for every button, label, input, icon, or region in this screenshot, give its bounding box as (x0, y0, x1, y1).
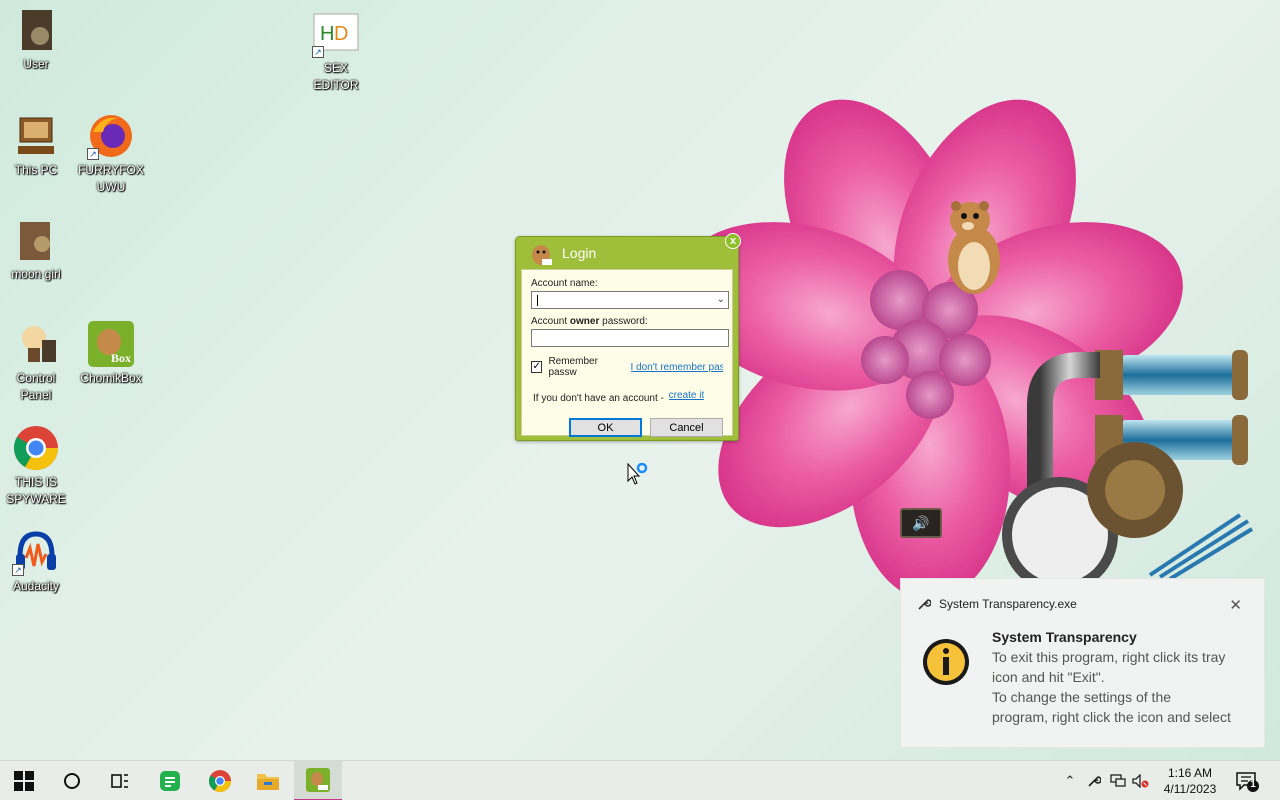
task-view-button[interactable] (96, 761, 144, 800)
toast-line: To change the settings of the (992, 689, 1172, 705)
chomikbox-icon: Box (87, 320, 135, 368)
ok-button[interactable]: OK (569, 418, 642, 437)
volume-muted-icon[interactable] (1132, 772, 1150, 790)
password-label: Account owner password: (531, 316, 648, 327)
chrome-icon (12, 424, 60, 472)
desktop-icon-chomikbox[interactable]: Box ChomikBox (75, 320, 147, 387)
toast-close-icon[interactable]: ✕ (1229, 596, 1242, 614)
svg-text:D: D (334, 23, 348, 45)
network-icon[interactable] (1109, 772, 1127, 790)
computer-icon (12, 112, 60, 160)
action-center-button[interactable]: 1 (1236, 771, 1260, 793)
cancel-button[interactable]: Cancel (650, 418, 723, 437)
info-icon (923, 639, 969, 685)
desktop-icon-sex-editor[interactable]: HD ↗ SEX EDITOR (300, 10, 372, 94)
clock-time: 1:16 AM (1167, 766, 1213, 780)
toast-app-name: System Transparency.exe (939, 597, 1077, 611)
create-account-link[interactable]: create it (669, 390, 705, 401)
desktop-icon-label: ChomikBox (80, 371, 142, 385)
password-field[interactable] (531, 329, 729, 347)
login-dialog: Login x Account name: ⌄ Account owner pa… (515, 233, 741, 441)
hamster-figure (948, 201, 1000, 294)
text-caret (537, 295, 538, 306)
search-button[interactable] (48, 761, 96, 800)
desktop-icon-control-panel[interactable]: Control Panel (0, 320, 72, 404)
desktop-icon-user[interactable]: User (0, 6, 72, 73)
file-explorer-icon (257, 774, 279, 790)
toast-line: program, right click the icon and select (992, 709, 1231, 725)
desktop-icon-chrome[interactable]: THIS IS SPYWARE (0, 424, 72, 508)
desktop-icon-label: Audacity (12, 579, 60, 593)
button-row: OK Cancel (531, 418, 723, 437)
chat-app-button[interactable] (146, 761, 194, 800)
task-view-icon (111, 774, 128, 788)
file-explorer-button[interactable] (244, 761, 292, 800)
login-titlebar[interactable]: Login (516, 237, 738, 269)
wrench-icon (918, 599, 931, 610)
desktop-icon-label: This PC (14, 163, 58, 177)
user-folder-icon (12, 6, 60, 54)
folder-icon (12, 216, 60, 264)
toast-title: System Transparency (992, 629, 1137, 645)
toast-line: icon and hit "Exit". (992, 669, 1105, 685)
desktop-icon-label: THIS IS SPYWARE (6, 475, 66, 506)
show-hidden-icons-chevron-icon[interactable]: ⌃ (1061, 772, 1079, 790)
desktop-icon-this-pc[interactable]: This PC (0, 112, 72, 179)
desktop-icon-label: FURRYFOX UWU (78, 163, 144, 194)
desktop-icon-audacity[interactable]: ↗ Audacity (0, 528, 72, 595)
login-body: Account name: ⌄ Account owner password: … (521, 269, 733, 437)
control-panel-icon (12, 320, 60, 368)
steampunk-pipes-gadget (1002, 350, 1254, 580)
shortcut-arrow-icon: ↗ (12, 564, 24, 576)
chrome-icon (209, 770, 231, 792)
login-title-text: Login (562, 245, 597, 261)
audacity-icon: ↗ (12, 528, 60, 576)
chomik-badge-text: Box (111, 351, 131, 365)
create-account-text: If you don't have an account - (533, 393, 667, 404)
chomikbox-taskbar-button[interactable] (294, 761, 342, 800)
shortcut-arrow-icon: ↗ (87, 148, 99, 160)
chevron-down-icon[interactable]: ⌄ (717, 294, 725, 305)
toast-line: To exit this program, right click its tr… (992, 649, 1226, 665)
desktop-icon-label: User (23, 57, 49, 71)
clock-date: 4/11/2023 (1163, 782, 1217, 796)
chomikbox-hamster-icon (532, 245, 552, 265)
firefox-icon: ↗ (87, 112, 135, 160)
desktop-icon-label: SEX EDITOR (313, 61, 359, 92)
forgot-password-link[interactable]: I don't remember pas (631, 362, 724, 373)
search-circle-icon (64, 773, 80, 789)
toast-notification[interactable]: System Transparency.exe ✕ System Transpa… (900, 578, 1265, 748)
chat-app-icon (160, 771, 180, 791)
chomikbox-icon (306, 768, 330, 792)
account-name-label: Account name: (531, 278, 598, 289)
windows-start-icon (14, 771, 34, 791)
windows-start-button[interactable] (0, 761, 48, 800)
desktop-icon-label: Control Panel (16, 371, 56, 402)
notification-count: 1 (1250, 779, 1256, 790)
shortcut-arrow-icon: ↗ (312, 46, 324, 58)
hxd-editor-icon: HD ↗ (312, 10, 360, 58)
toast-app-header: System Transparency.exe (917, 597, 1077, 611)
desktop-icon-moon-girl[interactable]: moon girl (0, 216, 72, 283)
login-close-button[interactable]: x (725, 233, 741, 249)
remember-row: ✓ Remember passw I don't remember pas (531, 356, 723, 378)
chrome-taskbar-button[interactable] (196, 761, 244, 800)
desktop-icon-furryfox[interactable]: ↗ FURRYFOX UWU (75, 112, 147, 196)
svg-text:H: H (320, 23, 334, 45)
taskbar: ⌃ 1:16 AM 4/11/2023 1 (0, 760, 1280, 800)
account-name-combobox[interactable]: ⌄ (531, 291, 729, 309)
remember-password-checkbox[interactable]: ✓ (531, 361, 543, 373)
remember-password-label: Remember passw (548, 356, 598, 378)
busy-cursor-icon (627, 463, 648, 485)
system-clock[interactable]: 1:16 AM 4/11/2023 (1156, 765, 1224, 797)
speaker-widget-icon[interactable]: 🔊 (900, 508, 942, 538)
desktop-icon-label: moon girl (11, 267, 61, 281)
toast-text: System Transparency To exit this program… (992, 629, 1260, 727)
create-account-row: If you don't have an account - create it (533, 390, 723, 404)
wrench-tray-icon[interactable] (1085, 772, 1103, 790)
